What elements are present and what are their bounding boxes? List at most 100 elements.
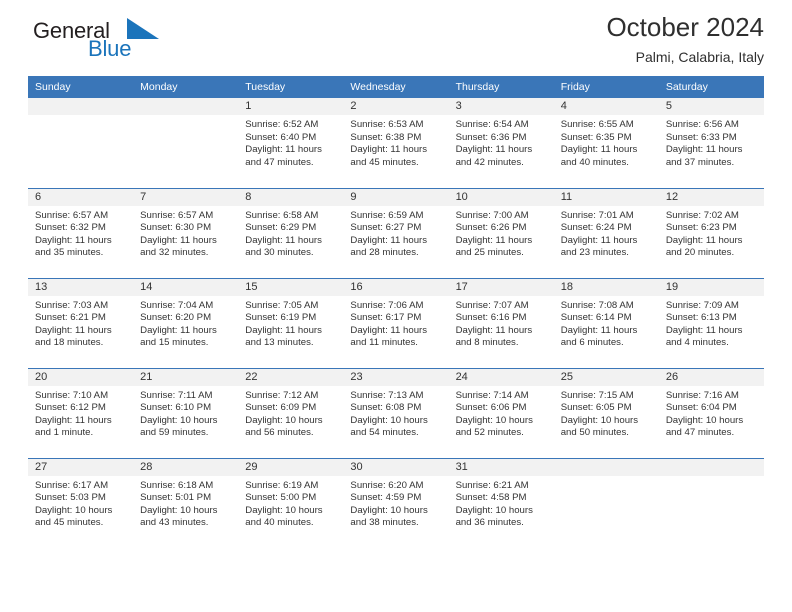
sunset-text: Sunset: 6:24 PM: [560, 222, 632, 234]
day-sun-info: Sunrise: 6:18 AM Sunset: 5:01 PM Daylight:…: [133, 476, 238, 530]
daylight-text-cont: and 38 minutes.: [350, 517, 419, 529]
day-sun-info: Sunrise: 7:16 AM Sunset: 6:04 PM Daylight:…: [659, 386, 764, 440]
day-number: 6: [28, 188, 134, 206]
daylight-text: Daylight: 11 hours: [560, 234, 638, 246]
sunset-text: Sunset: 4:59 PM: [350, 492, 422, 504]
calendar-day-cell[interactable]: 11 Sunrise: 7:01 AM Sunset: 6:24 PM Dayligh…: [553, 187, 659, 278]
daylight-text-cont: and 37 minutes.: [665, 156, 735, 168]
sunrise-text: Sunrise: 7:14 AM: [455, 389, 529, 401]
calendar-day-cell[interactable]: 17 Sunrise: 7:07 AM Sunset: 6:16 PM Dayligh…: [448, 277, 554, 368]
calendar-day-cell[interactable]: 6 Sunrise: 6:57 AM Sunset: 6:32 PM Daylight…: [28, 187, 134, 278]
sunrise-text: Sunrise: 6:57 AM: [140, 209, 214, 221]
day-sun-info: Sunrise: 6:57 AM Sunset: 6:32 PM Daylight:…: [28, 206, 133, 260]
daylight-text: Daylight: 11 hours: [665, 234, 743, 246]
day-sun-info: Sunrise: 7:10 AM Sunset: 6:12 PM Daylight:…: [28, 386, 133, 440]
day-sun-info: Sunrise: 7:01 AM Sunset: 6:24 PM Daylight:…: [554, 206, 659, 260]
calendar-day-cell[interactable]: 5 Sunrise: 6:56 AM Sunset: 6:33 PM Daylight…: [658, 98, 764, 188]
calendar-day-cell[interactable]: 30 Sunrise: 6:20 AM Sunset: 4:59 PM Dayligh…: [343, 457, 449, 548]
calendar-day-cell[interactable]: 27 Sunrise: 6:17 AM Sunset: 5:03 PM Dayligh…: [28, 457, 134, 548]
sunset-text: Sunset: 5:03 PM: [35, 492, 106, 504]
calendar-day-cell[interactable]: 22 Sunrise: 7:12 AM Sunset: 6:09 PM Dayligh…: [238, 367, 344, 458]
day-number: 27: [28, 458, 134, 476]
calendar-day-cell[interactable]: 3 Sunrise: 6:54 AM Sunset: 6:36 PM Daylight…: [448, 98, 554, 188]
calendar-day-cell[interactable]: 13 Sunrise: 7:03 AM Sunset: 6:21 PM Dayligh…: [28, 277, 134, 368]
calendar-day-cell[interactable]: 16 Sunrise: 7:06 AM Sunset: 6:17 PM Dayligh…: [343, 277, 449, 368]
daylight-text: Daylight: 11 hours: [140, 324, 217, 336]
daylight-text: Daylight: 11 hours: [560, 144, 638, 156]
daylight-text-cont: and 47 minutes.: [245, 156, 314, 168]
sunset-text: Sunset: 6:20 PM: [140, 312, 212, 324]
day-sun-info: Sunrise: 6:58 AM Sunset: 6:29 PM Daylight:…: [238, 206, 343, 260]
day-sun-info: Sunrise: 7:06 AM Sunset: 6:17 PM Daylight:…: [343, 296, 448, 350]
day-sun-info: Sunrise: 6:59 AM Sunset: 6:27 PM Daylight:…: [343, 206, 448, 260]
day-sun-info: Sunrise: 6:21 AM Sunset: 4:58 PM Daylight:…: [449, 476, 554, 530]
sunrise-text: Sunrise: 6:56 AM: [665, 119, 739, 130]
daylight-text: Daylight: 11 hours: [455, 234, 533, 246]
sunrise-text: Sunrise: 7:00 AM: [455, 209, 529, 221]
daylight-text: Daylight: 10 hours: [245, 504, 323, 516]
sunrise-text: Sunrise: 6:18 AM: [140, 479, 214, 491]
day-number: 10: [448, 188, 554, 206]
calendar-day-cell[interactable]: 15 Sunrise: 7:05 AM Sunset: 6:19 PM Dayligh…: [238, 277, 344, 368]
weekday-header-tuesday: Tuesday: [238, 76, 344, 98]
calendar-day-cell[interactable]: 10 Sunrise: 7:00 AM Sunset: 6:26 PM Dayligh…: [448, 187, 554, 278]
calendar-day-cell[interactable]: 26 Sunrise: 7:16 AM Sunset: 6:04 PM Dayligh…: [658, 367, 764, 458]
calendar-day-cell[interactable]: 8 Sunrise: 6:58 AM Sunset: 6:29 PM Daylight…: [238, 187, 344, 278]
daylight-text-cont: and 11 minutes.: [350, 337, 418, 349]
daylight-text: Daylight: 11 hours: [35, 414, 112, 426]
calendar-day-cell[interactable]: 29 Sunrise: 6:19 AM Sunset: 5:00 PM Dayligh…: [238, 457, 344, 548]
daylight-text: Daylight: 10 hours: [350, 414, 428, 426]
calendar-day-cell[interactable]: 1 Sunrise: 6:52 AM Sunset: 6:40 PM Daylight…: [238, 98, 344, 188]
day-sun-info: Sunrise: 7:12 AM Sunset: 6:09 PM Daylight:…: [238, 386, 343, 440]
page-subtitle: Palmi, Calabria, Italy: [635, 49, 764, 66]
calendar-day-cell[interactable]: 31 Sunrise: 6:21 AM Sunset: 4:58 PM Dayligh…: [448, 457, 554, 548]
daylight-text-cont: and 40 minutes.: [560, 156, 629, 168]
sunrise-text: Sunrise: 6:52 AM: [245, 119, 319, 130]
daylight-text: Daylight: 11 hours: [350, 144, 428, 156]
calendar-day-cell[interactable]: 9 Sunrise: 6:59 AM Sunset: 6:27 PM Daylight…: [343, 187, 449, 278]
sunset-text: Sunset: 6:14 PM: [560, 312, 632, 324]
brand-name-blue: Blue: [88, 36, 132, 61]
daylight-text: Daylight: 10 hours: [140, 414, 218, 426]
daylight-text-cont: and 54 minutes.: [350, 427, 419, 439]
daylight-text: Daylight: 10 hours: [455, 414, 533, 426]
sunrise-text: Sunrise: 7:10 AM: [35, 389, 109, 401]
calendar-day-cell[interactable]: 18 Sunrise: 7:08 AM Sunset: 6:14 PM Dayligh…: [553, 277, 659, 368]
daylight-text-cont: and 36 minutes.: [455, 517, 524, 529]
calendar-day-cell[interactable]: 2 Sunrise: 6:53 AM Sunset: 6:38 PM Daylight…: [343, 98, 449, 188]
sunrise-text: Sunrise: 6:55 AM: [560, 119, 634, 130]
sunrise-text: Sunrise: 7:03 AM: [35, 299, 109, 311]
calendar-day-cell[interactable]: 28 Sunrise: 6:18 AM Sunset: 5:01 PM Dayligh…: [133, 457, 239, 548]
calendar-day-cell[interactable]: 7 Sunrise: 6:57 AM Sunset: 6:30 PM Daylight…: [133, 187, 239, 278]
daylight-text: Daylight: 11 hours: [455, 324, 533, 336]
calendar-day-cell[interactable]: 4 Sunrise: 6:55 AM Sunset: 6:35 PM Daylight…: [553, 98, 659, 188]
day-sun-info: Sunrise: 6:20 AM Sunset: 4:59 PM Daylight:…: [343, 476, 448, 530]
daylight-text: Daylight: 11 hours: [350, 324, 428, 336]
calendar-day-cell[interactable]: 24 Sunrise: 7:14 AM Sunset: 6:06 PM Dayligh…: [448, 367, 554, 458]
day-number: 31: [448, 458, 554, 476]
day-number: 12: [658, 188, 764, 206]
calendar-day-cell[interactable]: 25 Sunrise: 7:15 AM Sunset: 6:05 PM Dayligh…: [553, 367, 659, 458]
calendar-day-cell[interactable]: 20 Sunrise: 7:10 AM Sunset: 6:12 PM Dayligh…: [28, 367, 134, 458]
calendar-day-cell[interactable]: 19 Sunrise: 7:09 AM Sunset: 6:13 PM Dayligh…: [658, 277, 764, 368]
weekday-header-thursday: Thursday: [448, 76, 554, 98]
calendar-day-cell[interactable]: 12 Sunrise: 7:02 AM Sunset: 6:23 PM Dayligh…: [658, 187, 764, 278]
calendar-day-cell[interactable]: 23 Sunrise: 7:13 AM Sunset: 6:08 PM Dayligh…: [343, 367, 449, 458]
sunrise-text: Sunrise: 7:07 AM: [455, 299, 529, 311]
daylight-text-cont: and 6 minutes.: [560, 337, 624, 349]
sunset-text: Sunset: 6:35 PM: [560, 131, 632, 143]
calendar-page: General Blue October 2024 Palmi, Calabri…: [0, 0, 792, 612]
day-number: 1: [238, 98, 344, 115]
calendar-day-cell[interactable]: 21 Sunrise: 7:11 AM Sunset: 6:10 PM Dayligh…: [133, 367, 239, 458]
calendar-day-cell[interactable]: 14 Sunrise: 7:04 AM Sunset: 6:20 PM Dayligh…: [133, 277, 239, 368]
sunset-text: Sunset: 6:04 PM: [665, 402, 737, 414]
sunset-text: Sunset: 6:08 PM: [350, 402, 422, 414]
calendar-table: Sunday Monday Tuesday Wednesday Thursday…: [28, 76, 764, 548]
brand-logo[interactable]: General Blue: [28, 0, 248, 60]
triangle-flag-icon: [127, 18, 159, 40]
sunrise-text: Sunrise: 7:09 AM: [665, 299, 739, 311]
daylight-text: Daylight: 11 hours: [140, 234, 217, 246]
day-sun-info: Sunrise: 7:15 AM Sunset: 6:05 PM Daylight:…: [554, 386, 659, 440]
daylight-text-cont: and 15 minutes.: [140, 337, 209, 349]
daylight-text-cont: and 8 minutes.: [455, 337, 519, 349]
